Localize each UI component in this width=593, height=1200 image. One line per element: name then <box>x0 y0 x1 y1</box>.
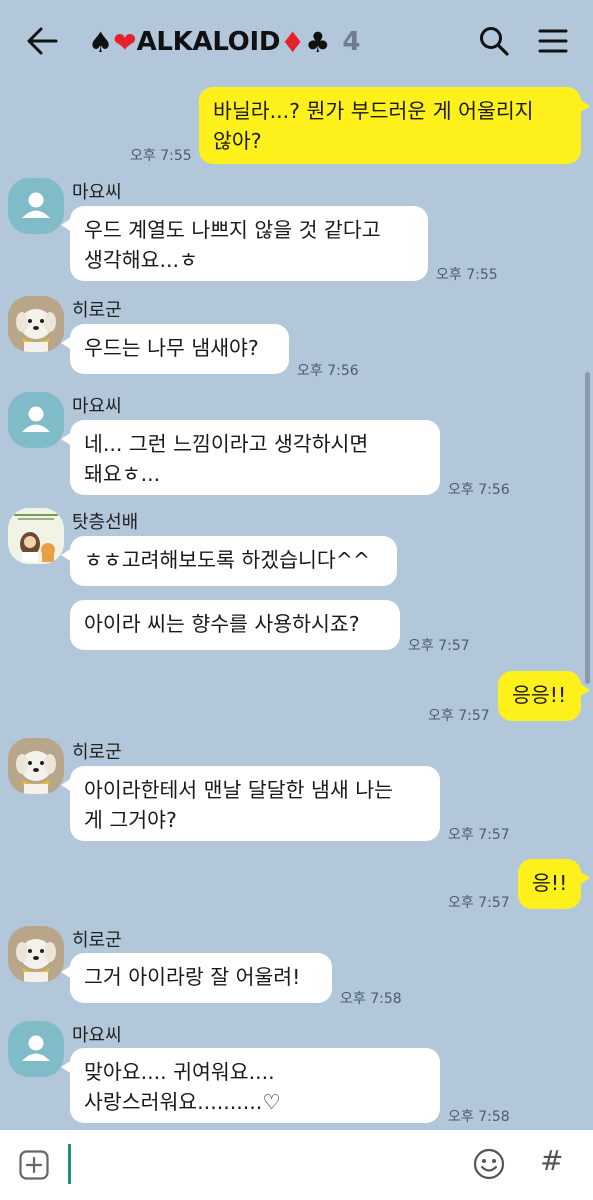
message-time: 오후 7:57 <box>428 708 490 724</box>
default-profile-icon <box>22 192 50 218</box>
message-input-field[interactable] <box>68 1144 71 1184</box>
message-text: 아이라 씨는 향수를 사용하시죠? <box>84 612 360 636</box>
sender-name: 마요씨 <box>72 182 122 203</box>
chat-room-title[interactable]: ♠ ❤ ALKALOID ♦ ♣ 4 <box>88 22 360 62</box>
message-text: 아이라한테서 맨날 달달한 냄새 나는 <box>84 778 393 802</box>
member-count: 4 <box>342 27 361 57</box>
message-bubble-outgoing[interactable]: 바닐라...? 뭔가 부드러운 게 어울리지 않아? <box>199 87 590 164</box>
avatar[interactable] <box>8 926 64 982</box>
menu-icon[interactable] <box>538 28 568 54</box>
message-bubble-outgoing[interactable]: 응!! <box>518 859 590 909</box>
message-text: 생각해요...ㅎ <box>84 248 198 272</box>
sender-name: 히로군 <box>72 930 122 951</box>
message-text: 않아? <box>213 129 262 153</box>
message-text: 사랑스러워요..........♡ <box>84 1090 281 1114</box>
message-time: 오후 7:56 <box>448 482 510 498</box>
message-text: 바닐라...? 뭔가 부드러운 게 어울리지 <box>213 99 534 123</box>
message-time: 오후 7:56 <box>297 363 359 379</box>
sender-name: 히로군 <box>72 742 122 763</box>
message-text: ㅎㅎ고려해보도록 하겠습니다^^ <box>84 548 371 572</box>
message-bubble-incoming[interactable]: 우드 계열도 나쁘지 않을 것 같다고 생각해요...ㅎ <box>61 206 428 281</box>
message-text: 우드는 나무 냄새야? <box>84 336 259 360</box>
message-text: 응!! <box>532 871 568 895</box>
back-arrow-icon[interactable] <box>26 26 58 56</box>
message-text: 그거 아이라랑 잘 어울려! <box>84 965 301 989</box>
message-input-bar: # <box>0 1130 593 1200</box>
avatar[interactable] <box>8 392 64 448</box>
avatar[interactable] <box>8 508 64 564</box>
message-bubble-incoming[interactable]: 네... 그런 느낌이라고 생각하시면 돼요ㅎ... <box>61 420 440 495</box>
puppy-photo <box>8 926 64 982</box>
message-time: 오후 7:58 <box>448 1109 510 1125</box>
avatar[interactable] <box>8 738 64 794</box>
hash-icon[interactable]: # <box>540 1144 563 1177</box>
message-text: 맞아요.... 귀여워요.... <box>84 1060 275 1084</box>
message-time: 오후 7:55 <box>436 267 498 283</box>
message-text: 게 그거야? <box>84 808 177 832</box>
message-time: 오후 7:55 <box>130 148 192 164</box>
scrollbar[interactable] <box>585 372 590 684</box>
message-text: 응응!! <box>512 683 567 707</box>
message-bubble-incoming[interactable]: 그거 아이라랑 잘 어울려! <box>61 953 332 1003</box>
spade-icon: ♠ <box>88 25 114 59</box>
emoji-icon[interactable] <box>473 1148 505 1180</box>
message-bubble-incoming[interactable]: ㅎㅎ고려해보도록 하겠습니다^^ <box>61 536 397 586</box>
message-bubble-incoming[interactable]: 아이라 씨는 향수를 사용하시죠? <box>70 600 400 650</box>
chat-header: ♠ ❤ ALKALOID ♦ ♣ 4 <box>0 0 593 84</box>
default-profile-icon <box>22 406 50 432</box>
chat-message-list[interactable]: 바닐라...? 뭔가 부드러운 게 어울리지 않아? 오후 7:55 마요씨 우… <box>0 84 593 1130</box>
puppy-photo <box>8 738 64 794</box>
club-icon: ♣ <box>305 25 331 59</box>
cartoon-sticker-photo <box>8 508 64 564</box>
message-bubble-incoming[interactable]: 맞아요.... 귀여워요.... 사랑스러워요..........♡ <box>61 1048 440 1123</box>
search-icon[interactable] <box>478 25 510 57</box>
avatar[interactable] <box>8 296 64 352</box>
diamond-icon: ♦ <box>280 25 306 59</box>
sender-name: 히로군 <box>72 300 122 321</box>
room-name: ALKALOID <box>136 27 281 57</box>
sender-name: 마요씨 <box>72 1025 122 1046</box>
message-text: 돼요ㅎ... <box>84 462 161 486</box>
message-time: 오후 7:57 <box>408 638 470 654</box>
message-time: 오후 7:58 <box>340 991 402 1007</box>
message-time: 오후 7:57 <box>448 827 510 843</box>
plus-icon[interactable] <box>19 1150 49 1180</box>
sender-name: 탓층선배 <box>72 512 139 533</box>
default-profile-icon <box>22 1035 50 1061</box>
message-bubble-incoming[interactable]: 아이라한테서 맨날 달달한 냄새 나는 게 그거야? <box>61 766 440 841</box>
puppy-photo <box>8 296 64 352</box>
sender-name: 마요씨 <box>72 396 122 417</box>
message-time: 오후 7:57 <box>448 895 510 911</box>
message-bubble-incoming[interactable]: 우드는 나무 냄새야? <box>61 324 289 374</box>
avatar[interactable] <box>8 178 64 234</box>
message-text: 네... 그런 느낌이라고 생각하시면 <box>84 432 369 456</box>
message-text: 우드 계열도 나쁘지 않을 것 같다고 <box>84 218 381 242</box>
message-bubble-outgoing[interactable]: 응응!! <box>498 671 590 721</box>
avatar[interactable] <box>8 1021 64 1077</box>
heart-icon: ❤ <box>113 25 137 59</box>
